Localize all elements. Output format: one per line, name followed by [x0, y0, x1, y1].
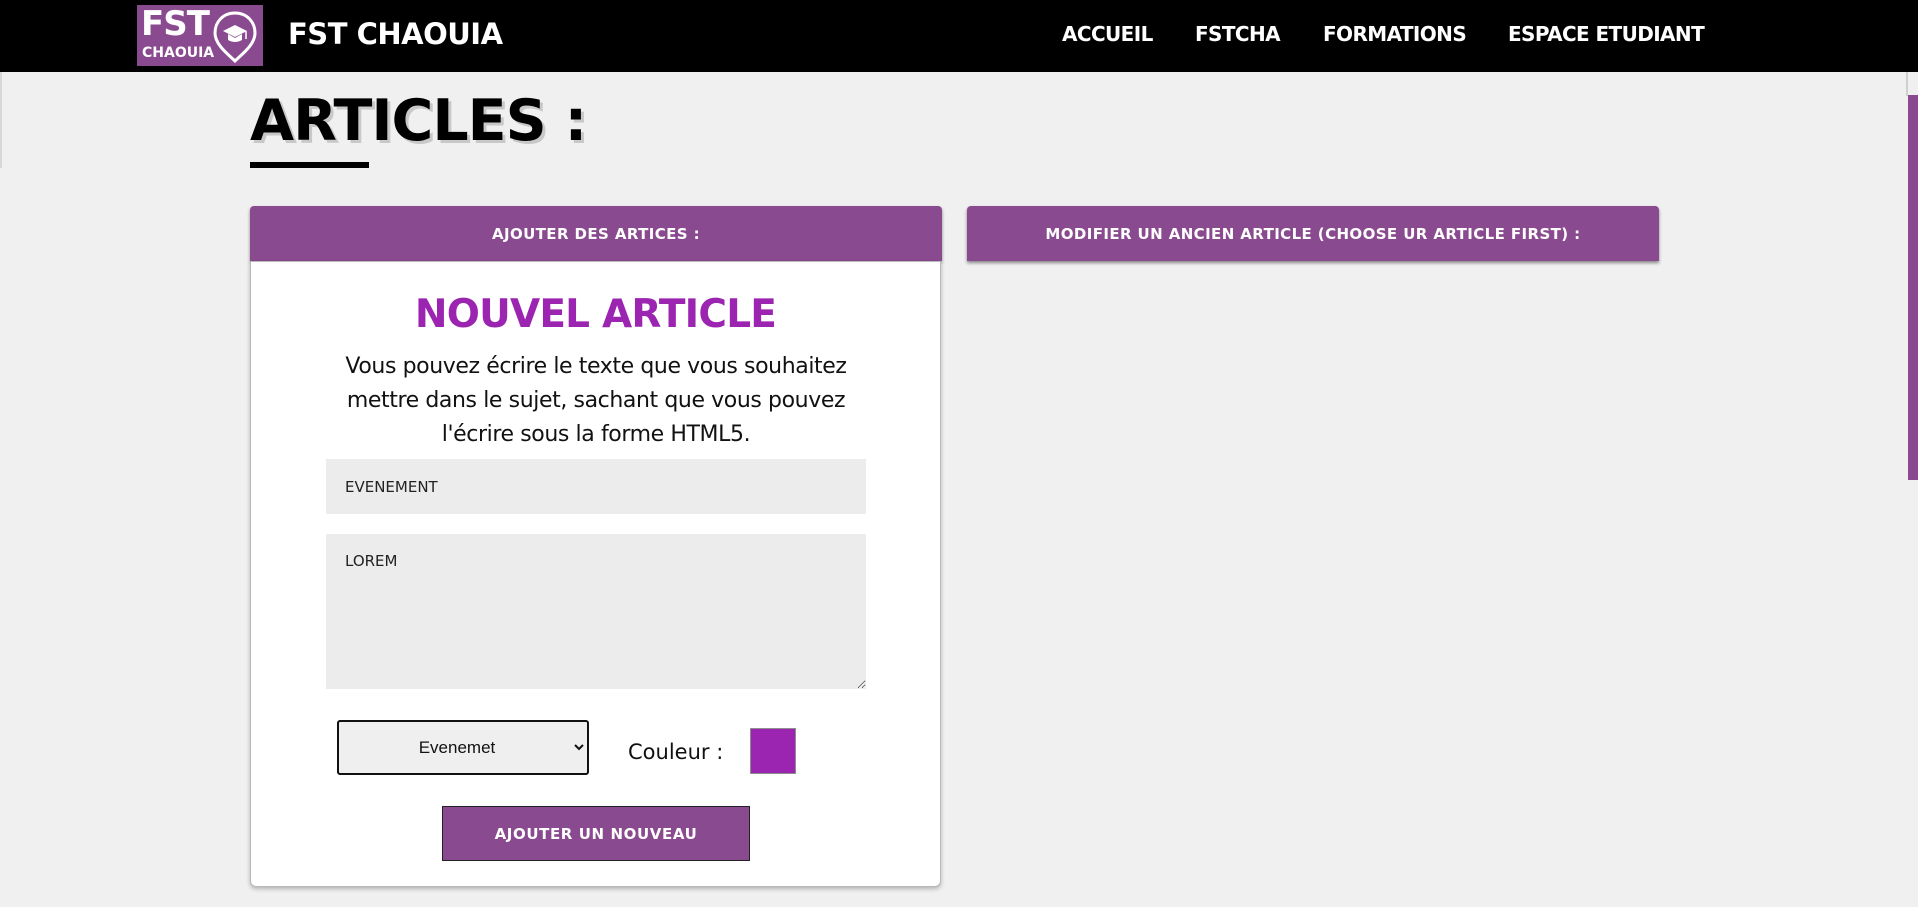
nav-link-formations[interactable]: FORMATIONS — [1323, 22, 1467, 46]
add-article-button[interactable]: AJOUTER UN NOUVEAU — [442, 806, 750, 861]
color-picker[interactable] — [750, 728, 796, 774]
article-body-textarea[interactable]: LOREM — [326, 534, 866, 689]
brand-name[interactable]: FST CHAOUIA — [288, 17, 503, 51]
article-title-input[interactable] — [326, 459, 866, 514]
logo-text-fst: FST — [141, 4, 210, 44]
logo-text-chaouia: CHAOUIA — [142, 45, 215, 61]
new-article-card: NOUVEL ARTICLE Vous pouvez écrire le tex… — [250, 261, 941, 887]
tab-edit-article[interactable]: MODIFIER UN ANCIEN ARTICLE (CHOOSE UR AR… — [967, 206, 1659, 261]
page-title: ARTICLES : — [250, 88, 587, 154]
site-logo[interactable]: FST CHAOUIA — [137, 4, 263, 66]
new-article-description: Vous pouvez écrire le texte que vous sou… — [345, 354, 847, 447]
scrollbar-track — [1906, 72, 1908, 96]
nav-link-accueil[interactable]: ACCUEIL — [1062, 22, 1153, 46]
left-edge-marker — [0, 72, 2, 168]
tab-add-articles[interactable]: AJOUTER DES ARTICES : — [250, 206, 942, 261]
new-article-heading: NOUVEL ARTICLE — [414, 292, 777, 337]
graduation-cap-pin-icon — [213, 11, 257, 63]
scrollbar-thumb[interactable] — [1908, 95, 1918, 480]
nav-link-espace-etudiant[interactable]: ESPACE ETUDIANT — [1508, 22, 1705, 46]
top-navbar: FST CHAOUIA FST CHAOUIA ACCUEIL FSTCHA F… — [0, 0, 1918, 72]
category-select[interactable]: Evenemet — [337, 720, 589, 775]
title-underline — [250, 162, 369, 168]
color-label: Couleur : — [628, 740, 724, 764]
nav-link-fstcha[interactable]: FSTCHA — [1195, 22, 1281, 46]
